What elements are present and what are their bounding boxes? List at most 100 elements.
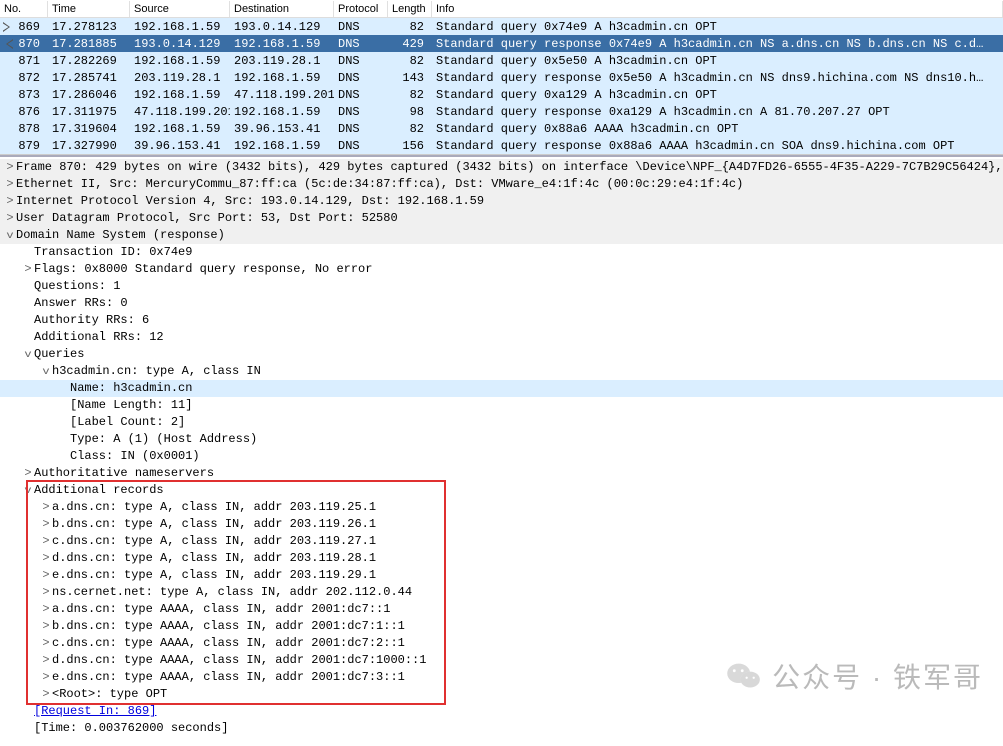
packet-row[interactable]: 87917.32799039.96.153.41192.168.1.59DNS1…: [0, 137, 1003, 154]
expand-icon[interactable]: [4, 193, 16, 210]
packet-row[interactable]: 87217.285741203.119.28.1192.168.1.59DNS1…: [0, 69, 1003, 86]
dns-query-item[interactable]: h3cadmin.cn: type A, class IN: [0, 363, 1003, 380]
cell-no: 878: [0, 121, 48, 137]
cell-source: 192.168.1.59: [130, 19, 230, 35]
expand-icon[interactable]: [40, 686, 52, 703]
cell-source: 192.168.1.59: [130, 53, 230, 69]
dns-authority-rrs[interactable]: Authority RRs: 6: [0, 312, 1003, 329]
col-header-protocol[interactable]: Protocol: [334, 1, 388, 17]
dns-queries[interactable]: Queries: [0, 346, 1003, 363]
frame-summary[interactable]: Frame 870: 429 bytes on wire (3432 bits)…: [0, 159, 1003, 176]
cell-protocol: DNS: [334, 53, 388, 69]
collapse-icon[interactable]: [21, 346, 35, 364]
dns-additional-record[interactable]: b.dns.cn: type AAAA, class IN, addr 2001…: [0, 618, 1003, 635]
dns-query-name[interactable]: Name: h3cadmin.cn: [0, 380, 1003, 397]
cell-destination: 193.0.14.129: [230, 19, 334, 35]
cell-source: 193.0.14.129: [130, 36, 230, 52]
expand-icon[interactable]: [40, 516, 52, 533]
udp-summary[interactable]: User Datagram Protocol, Src Port: 53, Ds…: [0, 210, 1003, 227]
dns-additional-record[interactable]: ns.cernet.net: type A, class IN, addr 20…: [0, 584, 1003, 601]
expand-icon[interactable]: [22, 261, 34, 278]
cell-no: 879: [0, 138, 48, 154]
dns-additional-record[interactable]: e.dns.cn: type A, class IN, addr 203.119…: [0, 567, 1003, 584]
dns-name-length[interactable]: [Name Length: 11]: [0, 397, 1003, 414]
col-header-destination[interactable]: Destination: [230, 1, 334, 17]
cell-length: 98: [388, 104, 432, 120]
ip-summary[interactable]: Internet Protocol Version 4, Src: 193.0.…: [0, 193, 1003, 210]
dns-additional-record[interactable]: c.dns.cn: type AAAA, class IN, addr 2001…: [0, 635, 1003, 652]
expand-icon[interactable]: [4, 176, 16, 193]
cell-time: 17.282269: [48, 53, 130, 69]
dns-label-count[interactable]: [Label Count: 2]: [0, 414, 1003, 431]
cell-protocol: DNS: [334, 19, 388, 35]
expand-icon[interactable]: [40, 499, 52, 516]
cell-length: 429: [388, 36, 432, 52]
cell-info: Standard query 0x5e50 A h3cadmin.cn OPT: [432, 53, 1003, 69]
expand-icon[interactable]: [40, 584, 52, 601]
col-header-info[interactable]: Info: [432, 1, 1003, 17]
expand-icon[interactable]: [40, 652, 52, 669]
expand-icon[interactable]: [40, 635, 52, 652]
cell-source: 192.168.1.59: [130, 87, 230, 103]
dns-additional-record[interactable]: c.dns.cn: type A, class IN, addr 203.119…: [0, 533, 1003, 550]
cell-info: Standard query response 0x88a6 AAAA h3ca…: [432, 138, 1003, 154]
collapse-icon[interactable]: [3, 227, 17, 245]
dns-questions[interactable]: Questions: 1: [0, 278, 1003, 295]
cell-no: 869: [0, 19, 48, 35]
col-header-no[interactable]: No.: [0, 1, 48, 17]
cell-destination: 203.119.28.1: [230, 53, 334, 69]
expand-icon[interactable]: [40, 550, 52, 567]
ethernet-summary[interactable]: Ethernet II, Src: MercuryCommu_87:ff:ca …: [0, 176, 1003, 193]
dns-additional-record[interactable]: a.dns.cn: type AAAA, class IN, addr 2001…: [0, 601, 1003, 618]
expand-icon[interactable]: [40, 533, 52, 550]
collapse-icon[interactable]: [21, 482, 35, 500]
col-header-time[interactable]: Time: [48, 1, 130, 17]
collapse-icon[interactable]: [39, 363, 53, 381]
packet-row[interactable]: 87617.31197547.118.199.201192.168.1.59DN…: [0, 103, 1003, 120]
dns-additional-record[interactable]: d.dns.cn: type A, class IN, addr 203.119…: [0, 550, 1003, 567]
packet-list: No. Time Source Destination Protocol Len…: [0, 0, 1003, 155]
dns-additional-record[interactable]: b.dns.cn: type A, class IN, addr 203.119…: [0, 516, 1003, 533]
cell-time: 17.278123: [48, 19, 130, 35]
packet-row[interactable]: 86917.278123192.168.1.59193.0.14.129DNS8…: [0, 18, 1003, 35]
cell-source: 203.119.28.1: [130, 70, 230, 86]
cell-length: 82: [388, 53, 432, 69]
dns-request-in[interactable]: [Request In: 869]: [0, 703, 1003, 720]
dns-auth-ns[interactable]: Authoritative nameservers: [0, 465, 1003, 482]
cell-destination: 47.118.199.201: [230, 87, 334, 103]
dns-query-type[interactable]: Type: A (1) (Host Address): [0, 431, 1003, 448]
dns-flags[interactable]: Flags: 0x8000 Standard query response, N…: [0, 261, 1003, 278]
expand-icon[interactable]: [4, 159, 16, 176]
watermark: 公众号 · 铁军哥: [726, 656, 983, 696]
packet-row[interactable]: 87017.281885193.0.14.129192.168.1.59DNS4…: [0, 35, 1003, 52]
dns-answer-rrs[interactable]: Answer RRs: 0: [0, 295, 1003, 312]
dns-txid[interactable]: Transaction ID: 0x74e9: [0, 244, 1003, 261]
cell-protocol: DNS: [334, 104, 388, 120]
packet-row[interactable]: 87117.282269192.168.1.59203.119.28.1DNS8…: [0, 52, 1003, 69]
dns-additional-records[interactable]: Additional records: [0, 482, 1003, 499]
expand-icon[interactable]: [40, 618, 52, 635]
cell-no: 876: [0, 104, 48, 120]
cell-length: 156: [388, 138, 432, 154]
expand-icon[interactable]: [40, 669, 52, 686]
col-header-length[interactable]: Length: [388, 1, 432, 17]
packet-row[interactable]: 87817.319604192.168.1.5939.96.153.41DNS8…: [0, 120, 1003, 137]
dns-additional-rrs[interactable]: Additional RRs: 12: [0, 329, 1003, 346]
cell-protocol: DNS: [334, 36, 388, 52]
cell-time: 17.327990: [48, 138, 130, 154]
cell-protocol: DNS: [334, 121, 388, 137]
dns-time-delta[interactable]: [Time: 0.003762000 seconds]: [0, 720, 1003, 737]
col-header-source[interactable]: Source: [130, 1, 230, 17]
expand-icon[interactable]: [40, 601, 52, 618]
dns-summary[interactable]: Domain Name System (response): [0, 227, 1003, 244]
cell-time: 17.285741: [48, 70, 130, 86]
expand-icon[interactable]: [40, 567, 52, 584]
packet-row[interactable]: 87317.286046192.168.1.5947.118.199.201DN…: [0, 86, 1003, 103]
cell-source: 192.168.1.59: [130, 121, 230, 137]
expand-icon[interactable]: [4, 210, 16, 227]
dns-additional-record[interactable]: a.dns.cn: type A, class IN, addr 203.119…: [0, 499, 1003, 516]
cell-length: 82: [388, 19, 432, 35]
cell-no: 873: [0, 87, 48, 103]
dns-query-class[interactable]: Class: IN (0x0001): [0, 448, 1003, 465]
expand-icon[interactable]: [22, 465, 34, 482]
